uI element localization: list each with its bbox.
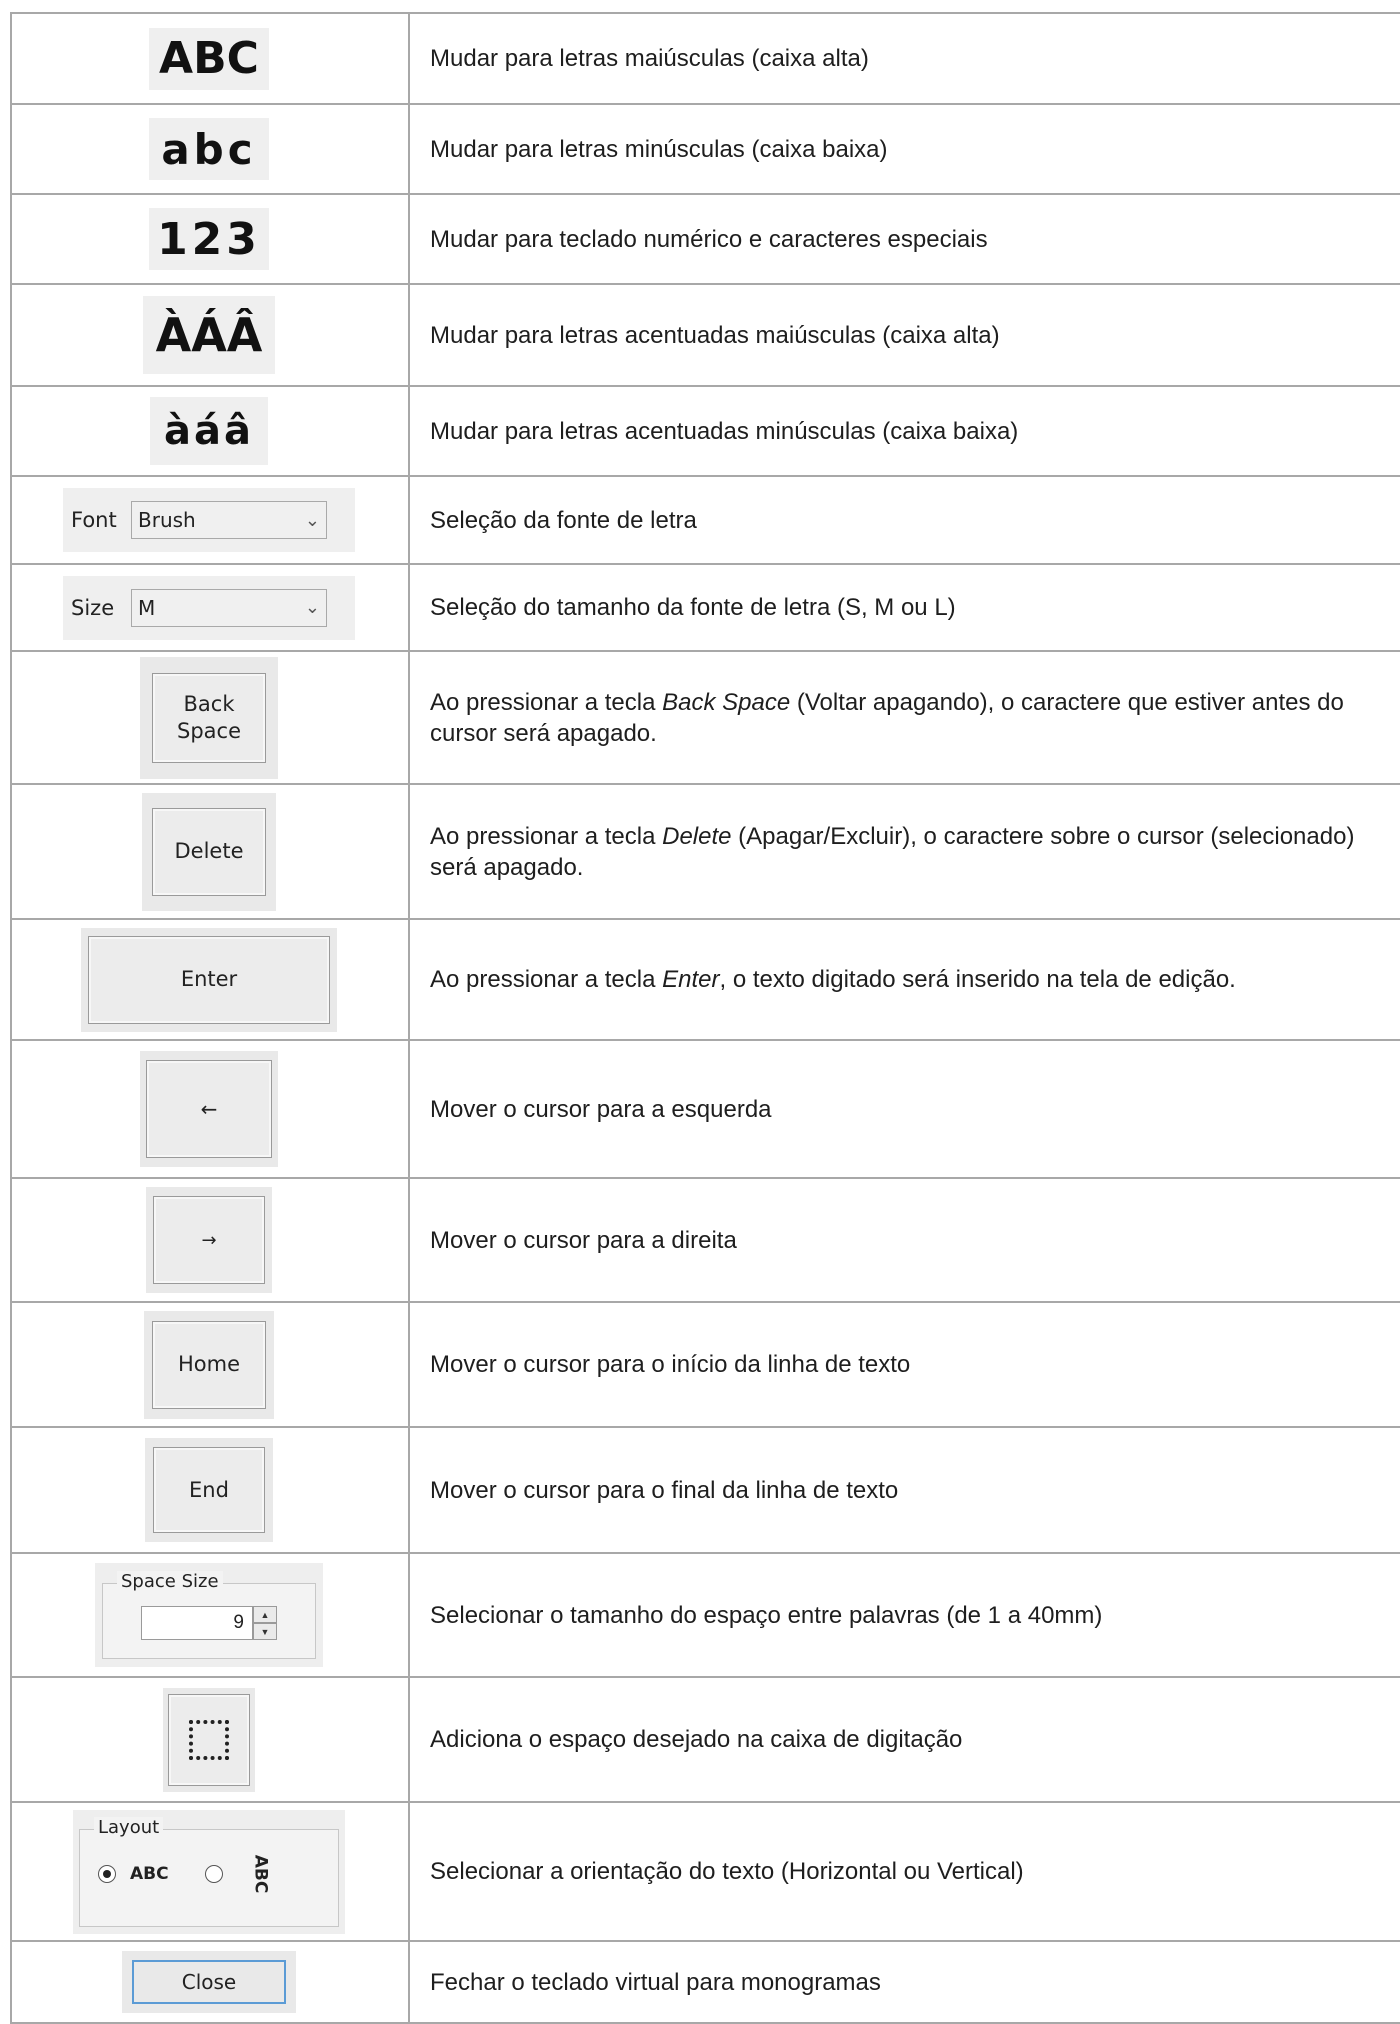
- row-description: Seleção do tamanho da fonte de letra (S,…: [430, 594, 956, 621]
- table-row: Size M ⌄ Seleção do tamanho da fonte de …: [10, 563, 1400, 650]
- size-selector: Size M ⌄: [63, 575, 355, 640]
- space-size-label: Space Size: [117, 1571, 223, 1592]
- chevron-down-icon: ⌄: [304, 509, 320, 531]
- row-description: Mudar para letras maiúsculas (caixa alta…: [430, 45, 869, 72]
- row-description: Mover o cursor para o início da linha de…: [430, 1351, 911, 1378]
- cursor-left-button[interactable]: ←: [146, 1060, 272, 1158]
- horizontal-label: ABC: [130, 1863, 169, 1884]
- uppercase-key[interactable]: ABC: [149, 27, 269, 90]
- font-dropdown[interactable]: Brush ⌄: [131, 501, 327, 539]
- table-row: Enter Ao pressionar a tecla Enter, o tex…: [10, 918, 1400, 1039]
- row-description: Ao pressionar a tecla Enter, o texto dig…: [430, 966, 1236, 993]
- row-description: Adiciona o espaço desejado na caixa de d…: [430, 1726, 963, 1753]
- key-reference-table: ABC Mudar para letras maiúsculas (caixa …: [10, 12, 1400, 2024]
- table-row: Home Mover o cursor para o início da lin…: [10, 1301, 1400, 1426]
- dotted-square-icon: [189, 1719, 229, 1760]
- table-row: End Mover o cursor para o final da linha…: [10, 1426, 1400, 1552]
- enter-button[interactable]: Enter: [88, 935, 330, 1024]
- layout-group: Layout ABC ABC: [79, 1816, 339, 1927]
- spin-down-icon[interactable]: ▼: [253, 1623, 277, 1640]
- lowercase-key[interactable]: abc: [149, 118, 269, 180]
- space-size-group: Space Size 9 ▲ ▼: [102, 1571, 316, 1659]
- add-space-button[interactable]: [168, 1693, 250, 1786]
- table-row: Back Space Ao pressionar a tecla Back Sp…: [10, 650, 1400, 783]
- size-value: M: [138, 595, 156, 620]
- font-selector: Font Brush ⌄: [63, 488, 355, 552]
- table-row: ABC Mudar para letras maiúsculas (caixa …: [10, 12, 1400, 103]
- table-row: Delete Ao pressionar a tecla Delete (Apa…: [10, 783, 1400, 918]
- vertical-radio[interactable]: [204, 1864, 223, 1883]
- row-description: Mudar para teclado numérico e caracteres…: [430, 225, 988, 253]
- row-description: Ao pressionar a tecla Delete (Apagar/Exc…: [430, 822, 1355, 881]
- horizontal-radio[interactable]: [98, 1864, 116, 1883]
- table-row: ← Mover o cursor para a esquerda: [10, 1039, 1400, 1177]
- space-size-spinner[interactable]: ▲ ▼: [253, 1606, 277, 1640]
- layout-label: Layout: [94, 1816, 164, 1838]
- end-button[interactable]: End: [153, 1447, 265, 1533]
- row-description: Fechar o teclado virtual para monogramas: [430, 1968, 881, 1996]
- space-size-input[interactable]: 9: [141, 1606, 253, 1640]
- table-row: Font Brush ⌄ Seleção da fonte de letra: [10, 475, 1400, 563]
- chevron-down-icon: ⌄: [304, 597, 320, 618]
- spin-up-icon[interactable]: ▲: [253, 1606, 277, 1623]
- size-dropdown[interactable]: M ⌄: [131, 588, 327, 627]
- row-description: Mover o cursor para o final da linha de …: [430, 1476, 899, 1504]
- row-description: Seleção da fonte de letra: [430, 506, 697, 534]
- row-description: Mudar para letras minúsculas (caixa baix…: [430, 135, 888, 163]
- table-row: Layout ABC ABC Selecionar a orientação d…: [10, 1801, 1400, 1940]
- backspace-button[interactable]: Back Space: [152, 672, 266, 763]
- table-row: → Mover o cursor para a direita: [10, 1177, 1400, 1301]
- accented-lowercase-key[interactable]: àáâ: [150, 397, 268, 465]
- close-button[interactable]: Close: [132, 1960, 286, 2004]
- accented-uppercase-key[interactable]: ÀÁÂ: [143, 296, 275, 374]
- table-row: Adiciona o espaço desejado na caixa de d…: [10, 1676, 1400, 1801]
- home-button[interactable]: Home: [152, 1320, 266, 1409]
- row-description: Mover o cursor para a esquerda: [430, 1095, 772, 1123]
- table-row: Close Fechar o teclado virtual para mono…: [10, 1940, 1400, 2024]
- table-row: ÀÁÂ Mudar para letras acentuadas maiúscu…: [10, 283, 1400, 385]
- row-description: Selecionar o tamanho do espaço entre pal…: [430, 1601, 1103, 1629]
- table-row: abc Mudar para letras minúsculas (caixa …: [10, 103, 1400, 193]
- row-description: Ao pressionar a tecla Back Space (Voltar…: [430, 688, 1344, 747]
- row-description: Selecionar a orientação do texto (Horizo…: [430, 1858, 1024, 1885]
- row-description: Mudar para letras acentuadas maiúsculas …: [430, 321, 1000, 349]
- vertical-label: ABC: [249, 1854, 270, 1893]
- cursor-right-button[interactable]: →: [153, 1196, 265, 1284]
- font-value: Brush: [138, 508, 196, 532]
- row-description: Mover o cursor para a direita: [430, 1226, 737, 1254]
- numeric-key[interactable]: 123: [149, 208, 269, 270]
- row-description: Mudar para letras acentuadas minúsculas …: [430, 417, 1019, 445]
- table-row: àáâ Mudar para letras acentuadas minúscu…: [10, 385, 1400, 475]
- size-label: Size: [71, 595, 115, 620]
- font-label: Font: [71, 508, 117, 532]
- table-row: 123 Mudar para teclado numérico e caract…: [10, 193, 1400, 283]
- delete-button[interactable]: Delete: [152, 807, 266, 896]
- table-row: Space Size 9 ▲ ▼ Selecionar o tamanho do…: [10, 1552, 1400, 1676]
